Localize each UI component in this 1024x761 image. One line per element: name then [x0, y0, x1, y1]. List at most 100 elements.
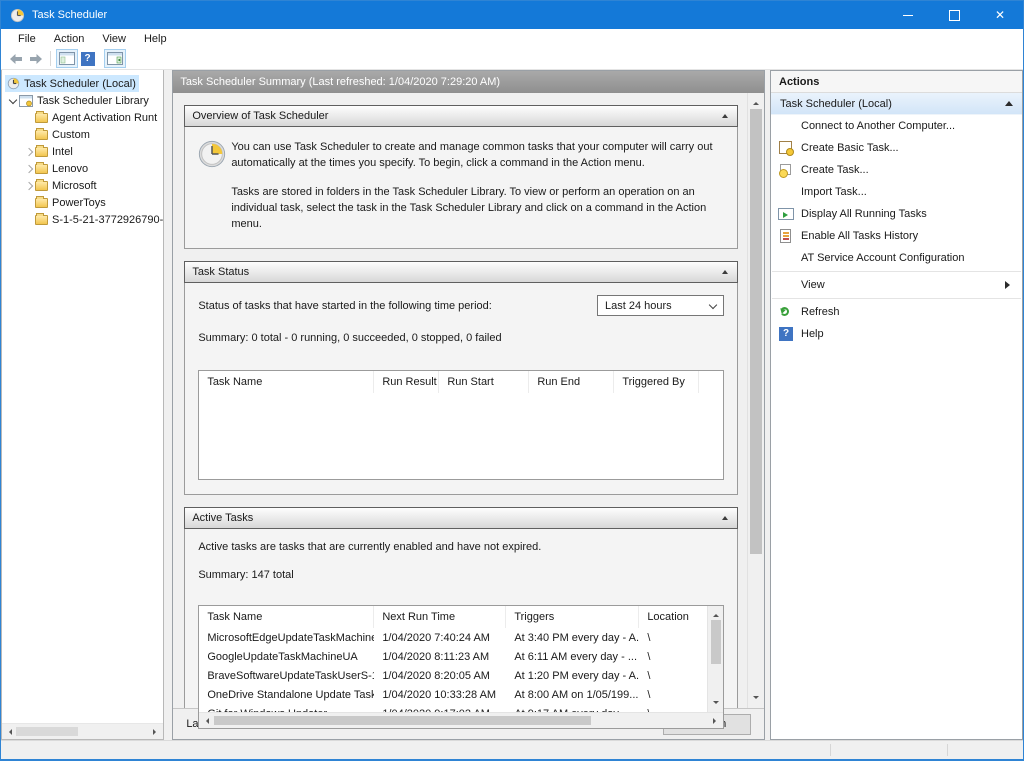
column-header[interactable]: Location [639, 606, 707, 628]
action-item[interactable]: Create Basic Task... [771, 137, 1022, 159]
overview-section-header[interactable]: Overview of Task Scheduler [184, 105, 738, 127]
tree-item-folder[interactable]: PowerToys [2, 194, 163, 211]
scroll-right-icon[interactable] [713, 718, 719, 724]
action-item[interactable]: Import Task... [771, 181, 1022, 203]
tree-item-task-scheduler-library[interactable]: Task Scheduler Library [2, 92, 163, 109]
folder-icon [35, 215, 48, 225]
column-header[interactable]: Task Name [199, 606, 374, 628]
tree-item-folder[interactable]: Custom [2, 126, 163, 143]
scroll-up-icon[interactable] [713, 611, 719, 617]
expander[interactable] [6, 99, 19, 103]
action-item[interactable]: Connect to Another Computer... [771, 115, 1022, 137]
menu-item[interactable]: Help [135, 33, 176, 45]
action-item-wrap: Create Task... [771, 159, 1022, 181]
close-button[interactable]: ✕ [977, 1, 1023, 29]
console-tree-icon [59, 52, 75, 65]
menu-item[interactable]: Action [45, 33, 94, 45]
maximize-button[interactable] [931, 1, 977, 29]
selected-highlight: Task Scheduler (Local) [5, 75, 139, 92]
active-tasks-section-header[interactable]: Active Tasks [184, 507, 738, 529]
actions-header: Actions [771, 71, 1022, 93]
collapse-button[interactable] [716, 511, 734, 526]
show-action-pane-button[interactable] [104, 49, 126, 68]
tree-item-folder[interactable]: Lenovo [2, 160, 163, 177]
action-item[interactable]: Display All Running Tasks [771, 203, 1022, 225]
forward-arrow-icon[interactable] [26, 50, 46, 68]
tree-item-folder[interactable]: Microsoft [2, 177, 163, 194]
table-row[interactable]: OneDrive Standalone Update Task-... 1/04… [199, 685, 707, 704]
column-header[interactable]: Run Result [374, 371, 439, 393]
tree-item-folder[interactable]: S-1-5-21-3772926790- [2, 211, 163, 228]
close-icon: ✕ [995, 9, 1005, 21]
column-header[interactable]: Triggers [506, 606, 639, 628]
table-horizontal-scrollbar[interactable] [199, 712, 723, 728]
scrollbar-thumb[interactable] [750, 109, 762, 554]
folder-icon [35, 130, 48, 140]
summary-panel: Task Scheduler Summary (Last refreshed: … [172, 70, 765, 740]
action-icon [778, 228, 794, 244]
column-header[interactable]: Task Name [199, 371, 374, 393]
scrollbar-thumb[interactable] [711, 620, 721, 664]
scroll-right-icon[interactable] [153, 729, 159, 735]
scroll-left-icon[interactable] [6, 729, 12, 735]
menu-item[interactable]: File [9, 33, 45, 45]
column-header[interactable]: Run Start [439, 371, 529, 393]
tree-item-folder[interactable]: Intel [2, 143, 163, 160]
table-row[interactable]: GoogleUpdateTaskMachineUA 1/04/2020 8:11… [199, 647, 707, 666]
expander[interactable] [22, 149, 35, 155]
expander[interactable] [22, 166, 35, 172]
scrollbar-thumb[interactable] [16, 727, 78, 736]
table-row[interactable]: MicrosoftEdgeUpdateTaskMachine... 1/04/2… [199, 628, 707, 647]
collapse-button[interactable] [716, 109, 734, 124]
summary-vertical-scrollbar[interactable] [747, 93, 764, 708]
action-item[interactable]: AT Service Account Configuration [771, 247, 1022, 269]
action-item[interactable]: Help [771, 323, 1022, 345]
table-row[interactable]: BraveSoftwareUpdateTaskUserS-1-... 1/04/… [199, 666, 707, 685]
table-vertical-scrollbar[interactable] [707, 606, 723, 712]
table-rows-viewport: MicrosoftEdgeUpdateTaskMachine... 1/04/2… [199, 628, 707, 712]
tree-horizontal-scrollbar[interactable] [2, 723, 163, 739]
active-tasks-description: Active tasks are tasks that are currentl… [198, 541, 724, 553]
scroll-down-icon[interactable] [713, 701, 719, 707]
minimize-button[interactable] [885, 1, 931, 29]
cell-next-run-time: 1/04/2020 8:20:05 AM [374, 670, 506, 682]
scroll-left-icon[interactable] [203, 718, 209, 724]
column-header[interactable]: Next Run Time [374, 606, 506, 628]
action-item-wrap: Help [771, 323, 1022, 345]
collapse-button[interactable] [716, 265, 734, 280]
minimize-icon [903, 15, 913, 16]
scroll-down-icon[interactable] [753, 696, 759, 702]
scroll-up-icon[interactable] [753, 99, 759, 105]
cell-task-name: OneDrive Standalone Update Task-... [199, 689, 374, 701]
toolbar-separator [50, 51, 51, 66]
actions-group-header[interactable]: Task Scheduler (Local) [771, 93, 1022, 115]
action-icon [778, 140, 794, 156]
task-status-section-header[interactable]: Task Status [184, 261, 738, 283]
action-item[interactable]: Refresh [771, 301, 1022, 323]
scrollbar-thumb[interactable] [214, 716, 591, 725]
back-arrow-icon[interactable] [6, 50, 26, 68]
tree-item-folder[interactable]: Agent Activation Runt [2, 109, 163, 126]
clock-icon [7, 77, 20, 90]
action-item[interactable]: Enable All Tasks History [771, 225, 1022, 247]
separator [772, 298, 1021, 299]
table-row[interactable]: Git for Windows Updater 1/04/2020 9:17:0… [199, 704, 707, 712]
expander[interactable] [22, 183, 35, 189]
action-label: Create Task... [801, 164, 869, 176]
column-header[interactable]: Run End [529, 371, 614, 393]
toolbar-help-button[interactable] [80, 49, 102, 68]
overview-clock-icon [197, 139, 231, 232]
action-item[interactable]: View [771, 274, 1022, 296]
show-console-tree-button[interactable] [56, 49, 78, 68]
action-item[interactable]: Create Task... [771, 159, 1022, 181]
time-period-label: Status of tasks that have started in the… [198, 300, 492, 312]
time-period-dropdown[interactable]: Last 24 hours [597, 295, 724, 316]
folder-icon [35, 164, 48, 174]
statusbar [1, 740, 1023, 759]
menu-item[interactable]: View [93, 33, 135, 45]
action-icon [778, 162, 794, 178]
chevron-right-icon [24, 164, 32, 172]
tree-item-task-scheduler-local[interactable]: Task Scheduler (Local) [2, 75, 163, 92]
action-icon [778, 184, 794, 200]
column-header[interactable]: Triggered By [614, 371, 699, 393]
